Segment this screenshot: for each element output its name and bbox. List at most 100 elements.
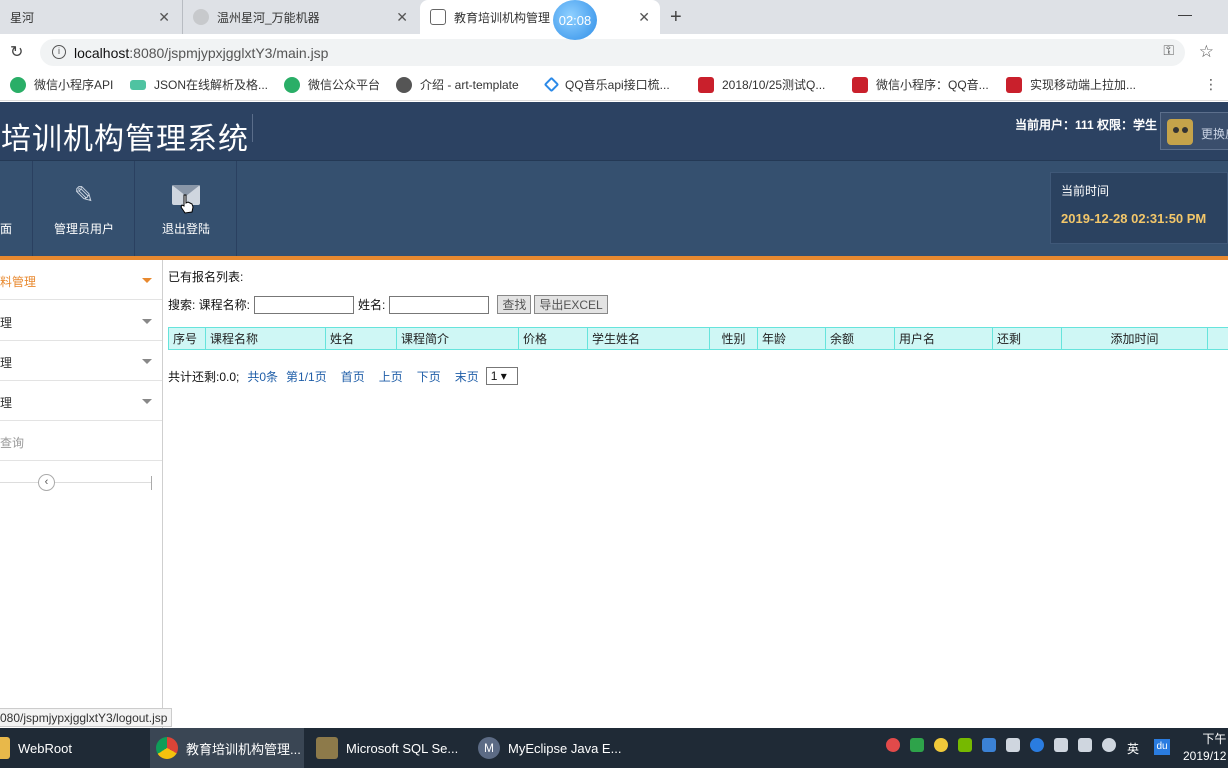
csdn-icon [852, 76, 868, 93]
bluetooth-icon[interactable] [1030, 738, 1044, 752]
total-remaining: 共计还剩:0.0; [168, 369, 240, 384]
page-select[interactable]: 1 ▾ [485, 367, 518, 385]
skin-switcher[interactable]: 更换皮肤 [1160, 112, 1228, 150]
battery-icon[interactable] [1006, 738, 1020, 752]
user-info: 当前用户：111 权限：学生 [1015, 118, 1158, 132]
sidebar-item-label: 理 [0, 316, 13, 330]
qqmusic-icon [543, 76, 560, 93]
volume-icon[interactable] [1102, 738, 1116, 752]
name-label: 姓名: [358, 298, 386, 312]
name-input[interactable] [389, 295, 490, 314]
bookmark-star-icon[interactable]: ☆ [1199, 42, 1214, 62]
record-count: 共0条 [247, 369, 279, 384]
baidu-input-icon[interactable]: du [1154, 739, 1170, 755]
security-icon[interactable] [982, 738, 996, 752]
reload-icon[interactable]: ↻ [10, 42, 23, 62]
nvidia-icon[interactable] [958, 738, 972, 752]
prev-page-link[interactable]: 上页 [379, 368, 403, 385]
sidebar-item-manage-1[interactable]: 理 [0, 301, 162, 341]
chevron-down-icon [142, 359, 152, 364]
clock-period: 下午 [1202, 732, 1227, 746]
key-icon[interactable]: ⚿ [1163, 42, 1174, 59]
sidebar-collapse-row: ‹ [0, 472, 152, 492]
csdn-icon [1006, 76, 1022, 93]
sidebar-item-profile[interactable]: 料管理 [0, 260, 162, 300]
url-text[interactable]: localhost:8080/jspmjypxjgglxtY3/main.jsp [74, 45, 328, 61]
current-time-value: 2019-12-28 02:31:50 PM [1061, 211, 1207, 226]
collapse-sidebar-button[interactable]: ‹ [38, 474, 55, 491]
taskbar: WebRoot 教育培训机构管理... Microsoft SQL Se... … [0, 728, 1228, 768]
course-name-input[interactable] [254, 295, 355, 314]
sidebar-item-label: 查询 [0, 436, 25, 450]
nav-admin-label: 管理员用户 [53, 222, 114, 236]
avatar [1167, 119, 1193, 145]
nav-logout-label: 退出登陆 [161, 222, 210, 236]
divider [0, 482, 152, 483]
close-tab-icon[interactable]: ✕ [158, 9, 170, 26]
main-content: 已有报名列表: 搜索: 课程名称: 姓名: 查找 导出EXCEL 序号 课程名称… [163, 260, 1228, 728]
close-tab-icon[interactable]: ✕ [396, 9, 408, 26]
task-webroot[interactable]: WebRoot [0, 728, 148, 768]
system-clock[interactable]: 下午 2019/12 [1183, 731, 1226, 765]
qq-icon[interactable] [934, 738, 948, 752]
task-label: MyEclipse Java E... [508, 740, 622, 756]
bookmark-item[interactable]: 微信小程序API [10, 76, 113, 93]
browser-tab-active[interactable]: 教育培训机构管理 ✕ [420, 0, 660, 34]
tray-app-icon[interactable] [886, 738, 900, 752]
browser-tab-xinghe[interactable]: 星河 ✕ [0, 0, 180, 34]
enrollment-table: 序号 课程名称 姓名 课程简介 价格 学生姓名 性别 年龄 余额 用户名 还剩 … [168, 327, 1228, 350]
sidebar-item-manage-3[interactable]: 理 [0, 381, 162, 421]
list-title: 已有报名列表: [168, 270, 244, 284]
first-page-link[interactable]: 首页 [341, 368, 365, 385]
sidebar-item-manage-2[interactable]: 理 [0, 341, 162, 381]
bookmark-item[interactable]: 微信公众平台 [284, 76, 380, 93]
col-header: 价格 [518, 327, 588, 350]
input-language[interactable]: 英 [1127, 740, 1139, 757]
task-myeclipse[interactable]: M MyEclipse Java E... [472, 728, 632, 768]
nav-admin-users[interactable]: ✎ 管理员用户 [34, 161, 135, 257]
sidebar-item-query[interactable]: 查询 [0, 421, 162, 461]
change-skin-link[interactable]: 更换皮肤 [1201, 125, 1228, 142]
info-icon[interactable]: i [52, 45, 66, 59]
display-icon[interactable] [1078, 738, 1092, 752]
sidebar-item-label: 料管理 [0, 275, 37, 289]
bookmark-item[interactable]: QQ音乐api接口梳... [543, 76, 670, 93]
bookmark-item[interactable]: 微信小程序：QQ音... [852, 76, 989, 93]
globe-icon [193, 9, 209, 25]
nav-home[interactable]: 面 [0, 161, 33, 257]
more-bookmarks-icon[interactable]: ⋮ [1204, 76, 1218, 93]
browser-tab-wanneng[interactable]: 温州星河_万能机器 ✕ [182, 0, 418, 34]
chrome-icon [156, 737, 178, 759]
sql-server-icon [316, 737, 338, 759]
json-icon [130, 79, 146, 90]
divider [151, 476, 152, 490]
bookmark-item[interactable]: 2018/10/25测试Q... [698, 76, 825, 93]
minimize-icon[interactable]: — [1178, 6, 1192, 22]
task-sqlserver[interactable]: Microsoft SQL Se... [310, 728, 470, 768]
col-header: 学生姓名 [587, 327, 710, 350]
app-title: 育培训机构管理系统 [0, 122, 249, 157]
task-chrome[interactable]: 教育培训机构管理... [150, 728, 304, 768]
col-header: 年龄 [757, 327, 826, 350]
network-icon[interactable] [1054, 738, 1068, 752]
url-input[interactable]: i localhost:8080/jspmjypxjgglxtY3/main.j… [40, 39, 1185, 66]
task-label: 教育培训机构管理... [186, 741, 301, 757]
col-header: 用户名 [894, 327, 993, 350]
col-header: 性别 [709, 327, 758, 350]
tab-title: 星河 [10, 10, 35, 25]
tab-title: 教育培训机构管理 [454, 10, 551, 25]
wechat-icon [10, 76, 26, 93]
bookmark-item[interactable]: JSON在线解析及格... [130, 76, 268, 93]
bookmark-item[interactable]: 介绍 - art-template [396, 76, 519, 93]
bookmark-item[interactable]: 实现移动端上拉加... [1006, 76, 1136, 93]
export-excel-button[interactable]: 导出EXCEL [534, 295, 608, 314]
shield-icon[interactable] [910, 738, 924, 752]
sidebar-item-label: 理 [0, 356, 13, 370]
new-tab-button[interactable]: + [670, 6, 682, 29]
next-page-link[interactable]: 下页 [417, 368, 441, 385]
globe-icon [396, 76, 412, 93]
search-button[interactable]: 查找 [497, 295, 532, 314]
last-page-link[interactable]: 末页 [455, 368, 479, 385]
task-label: Microsoft SQL Se... [346, 740, 459, 756]
close-tab-icon[interactable]: ✕ [638, 9, 650, 26]
